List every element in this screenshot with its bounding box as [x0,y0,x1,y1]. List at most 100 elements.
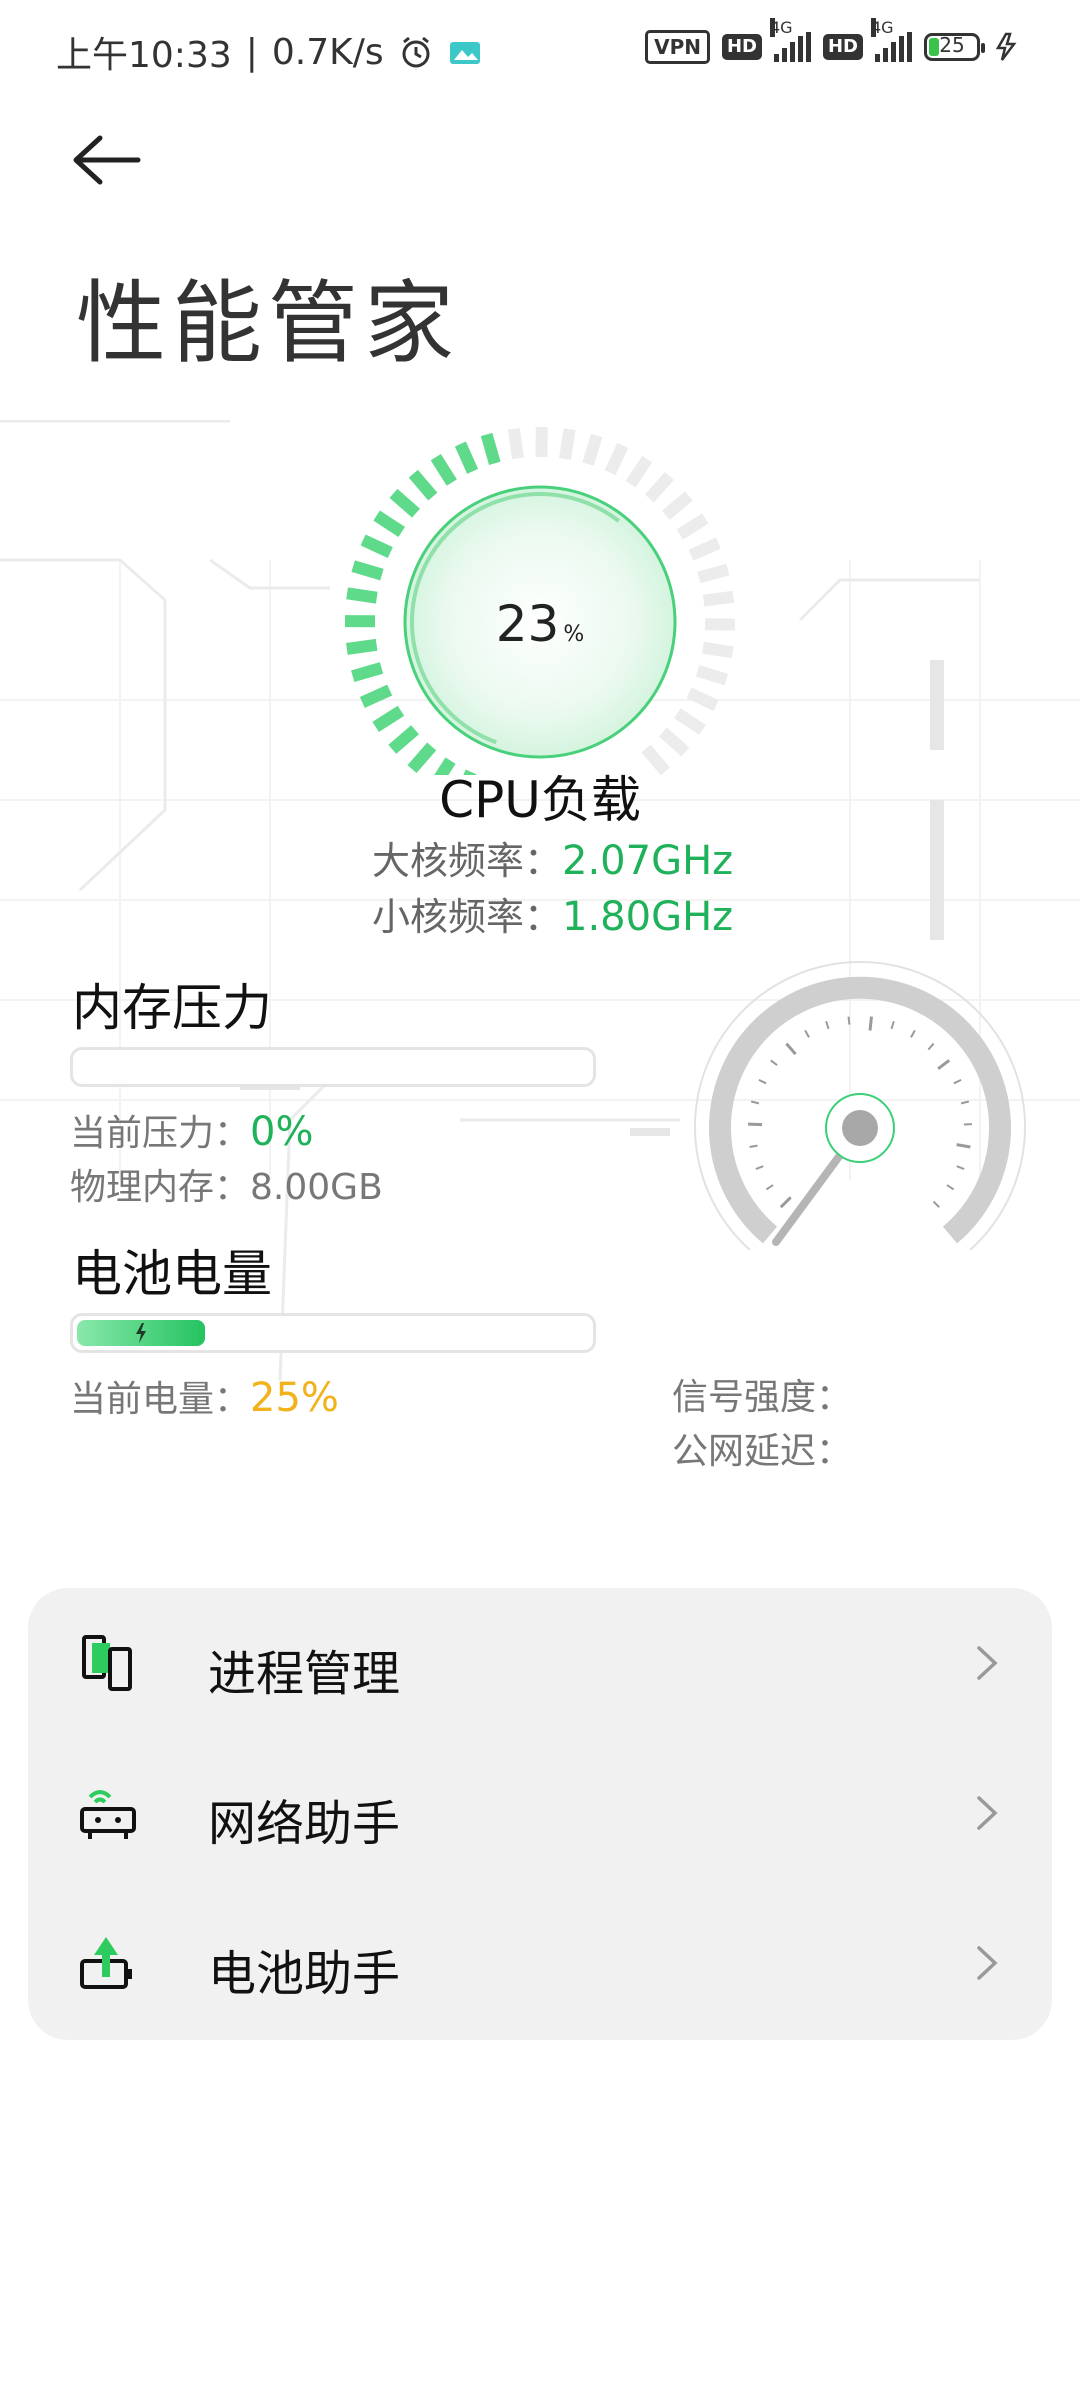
cpu-load-value: 23 [495,595,560,653]
cpu-gauge-tick [373,510,406,537]
bolt-icon [136,1323,146,1343]
battery-level-value: 25% [250,1375,339,1421]
menu-item-network-assistant[interactable]: 网络助手 [28,1738,1052,1888]
speedometer-tick [953,1078,962,1085]
cpu-gauge-tick [388,725,419,754]
network-type-label-2: 4G [871,18,894,37]
cpu-gauge-tick [676,513,709,540]
small-core-label: 小核频率： [372,895,563,939]
signal-icon: 4G [769,18,811,62]
menu-item-label: 网络助手 [208,1796,401,1852]
speedometer-tick [825,1020,830,1030]
vpn-icon: VPN [645,30,710,64]
cpu-gauge-tick [695,665,729,686]
speedometer-tick [847,1016,851,1025]
speedometer-tick [868,1016,873,1031]
cpu-gauge-tick [389,488,420,518]
battery-charge-icon [80,1937,132,1989]
speedometer-tick [927,1042,935,1051]
status-time: 上午10:33 [56,35,232,76]
alarm-icon [402,36,430,68]
network-type-label: 4G [769,18,793,37]
router-icon [80,1790,136,1839]
speedometer-tick [749,1144,758,1149]
big-core-value: 2.07GHz [562,838,734,884]
battery-icon: 25 [924,33,985,61]
cpu-gauge-tick [604,442,629,476]
menu-item-process-management[interactable]: 进程管理 [28,1588,1052,1738]
pressure-value: 0% [250,1109,314,1155]
speedometer-tick [956,1143,971,1149]
cpu-gauge-tick [697,563,730,584]
battery-level-title: 电池电量 [72,1245,272,1303]
network-speedometer [694,961,1026,1251]
status-left: 上午10:33 | 0.7K/s [56,26,484,78]
menu-item-battery-assistant[interactable]: 电池助手 [28,1888,1052,2038]
cpu-gauge-tick [686,687,719,712]
cpu-gauge-tick [454,441,479,474]
small-core-value: 1.80GHz [562,894,734,940]
cpu-gauge-tick [644,472,674,503]
big-core-label: 大核频率： [372,839,563,883]
memory-pressure-info: 当前压力：0% [70,1104,313,1156]
battery-level-label: 当前电量： [70,1379,251,1420]
status-divider: | [245,31,258,73]
signal-strength-label: 信号强度： [672,1377,853,1418]
process-icon [82,1635,132,1691]
speedometer-tick [750,1100,760,1105]
speedometer-tick [779,1196,792,1209]
cpu-load-readout: 23% [330,595,750,653]
signal-icon-2: 4G [871,18,912,62]
cpu-gauge-tick [430,453,457,486]
charging-icon [995,32,1017,61]
gallery-notification-icon [449,42,480,64]
speedometer-tick [932,1200,940,1208]
cpu-gauge-tick [674,708,706,735]
speedometer-tick [937,1059,951,1070]
status-bar: 上午10:33 | 0.7K/s VPN HD 4G HD 4G 25 [0,0,1080,100]
menu-item-label: 电池助手 [208,1946,401,2002]
cpu-gauge-tick [359,684,393,708]
status-right: VPN HD 4G HD 4G 25 [645,18,1020,64]
cpu-gauge-tick [659,727,690,757]
menu-item-label: 进程管理 [208,1646,401,1702]
battery-level-bar [70,1313,596,1353]
pressure-label: 当前压力： [70,1113,251,1154]
battery-level: 25 [939,33,965,57]
cpu-gauge-tick [351,662,384,683]
physical-memory-label: 物理内存： [70,1167,251,1208]
hd-icon-2: HD [822,34,863,60]
memory-pressure-title: 内存压力 [72,979,272,1037]
chevron-right-icon [977,1646,998,1680]
tools-card: 进程管理 网络助手 电池助手 [28,1588,1052,2040]
cpu-gauge-tick [662,491,693,520]
chevron-right-icon [977,1796,998,1830]
cpu-gauge-tick [582,433,603,466]
cpu-gauge-tick [507,427,524,460]
speedometer-tick [956,1165,965,1171]
cpu-gauge-tick [408,469,438,501]
big-core-frequency: 大核频率：2.07GHz [372,830,733,885]
small-core-frequency: 小核频率：1.80GHz [372,886,733,941]
page-title: 性能管家 [76,271,460,376]
battery-level-info: 当前电量：25% [70,1370,339,1422]
speedometer-tick [770,1059,778,1066]
speedometer-tick [758,1078,767,1085]
memory-pressure-bar [70,1047,596,1087]
physical-memory-value: 8.00GB [250,1167,383,1208]
hd-icon: HD [721,34,762,60]
speedometer-tick [765,1184,774,1191]
physical-memory-info: 物理内存：8.00GB [70,1158,383,1210]
cpu-gauge-tick [625,455,653,488]
cpu-load-unit: % [563,622,585,647]
status-speed: 0.7K/s [271,31,384,73]
cpu-gauge-tick [688,537,721,561]
cpu-gauge-tick [351,560,384,581]
cpu-gauge-tick [360,534,393,559]
back-arrow-icon[interactable] [70,130,150,190]
cpu-load-label: CPU负载 [439,771,641,829]
speedometer-tick [755,1165,764,1171]
latency-label: 公网延迟： [672,1431,853,1472]
speedometer-tick [890,1020,895,1030]
speedometer-hub [842,1110,878,1146]
